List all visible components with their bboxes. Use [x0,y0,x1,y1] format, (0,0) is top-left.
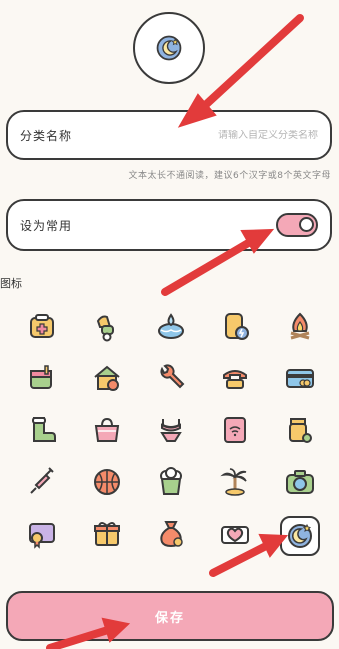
money-bag-icon[interactable] [139,516,203,552]
heart-card-icon[interactable] [203,516,267,552]
icon-grid [10,308,332,556]
wrench-icon[interactable] [139,360,203,396]
popcorn-icon[interactable] [139,464,203,500]
handbag-icon[interactable] [74,412,138,448]
swimsuit-icon[interactable] [139,412,203,448]
router-icon[interactable] [203,412,267,448]
certificate-icon[interactable] [10,516,74,552]
home-icon[interactable] [74,360,138,396]
name-length-hint: 文本太长不通阅读，建议6个汉字或8个英文字母 [128,171,331,181]
selected-icon-preview [133,12,205,84]
syringe-icon[interactable] [10,464,74,500]
palm-tree-icon[interactable] [203,464,267,500]
toggle-knob [299,217,314,232]
campfire-icon[interactable] [268,308,332,344]
moon-star-icon[interactable] [279,516,320,556]
mailbox-icon[interactable] [10,360,74,396]
scooter-icon[interactable] [74,308,138,344]
save-button[interactable]: 保存 [6,591,334,641]
category-name-input[interactable] [178,129,318,141]
set-common-label: 设为常用 [20,218,73,233]
basketball-icon[interactable] [74,464,138,500]
icons-section-title: 图标 [0,277,22,290]
medical-kit-icon[interactable] [10,308,74,344]
moon-star-icon [156,35,182,61]
set-common-row: 设为常用 [6,199,332,251]
boot-icon[interactable] [10,412,74,448]
category-name-label: 分类名称 [20,128,73,143]
category-name-field[interactable]: 分类名称 [6,110,332,160]
tea-tin-icon[interactable] [268,412,332,448]
gift-icon[interactable] [74,516,138,552]
telephone-icon[interactable] [203,360,267,396]
power-bank-icon[interactable] [203,308,267,344]
camera-icon[interactable] [268,464,332,500]
set-common-toggle[interactable] [276,213,318,237]
water-drop-bowl-icon[interactable] [139,308,203,344]
credit-card-icon[interactable] [268,360,332,396]
